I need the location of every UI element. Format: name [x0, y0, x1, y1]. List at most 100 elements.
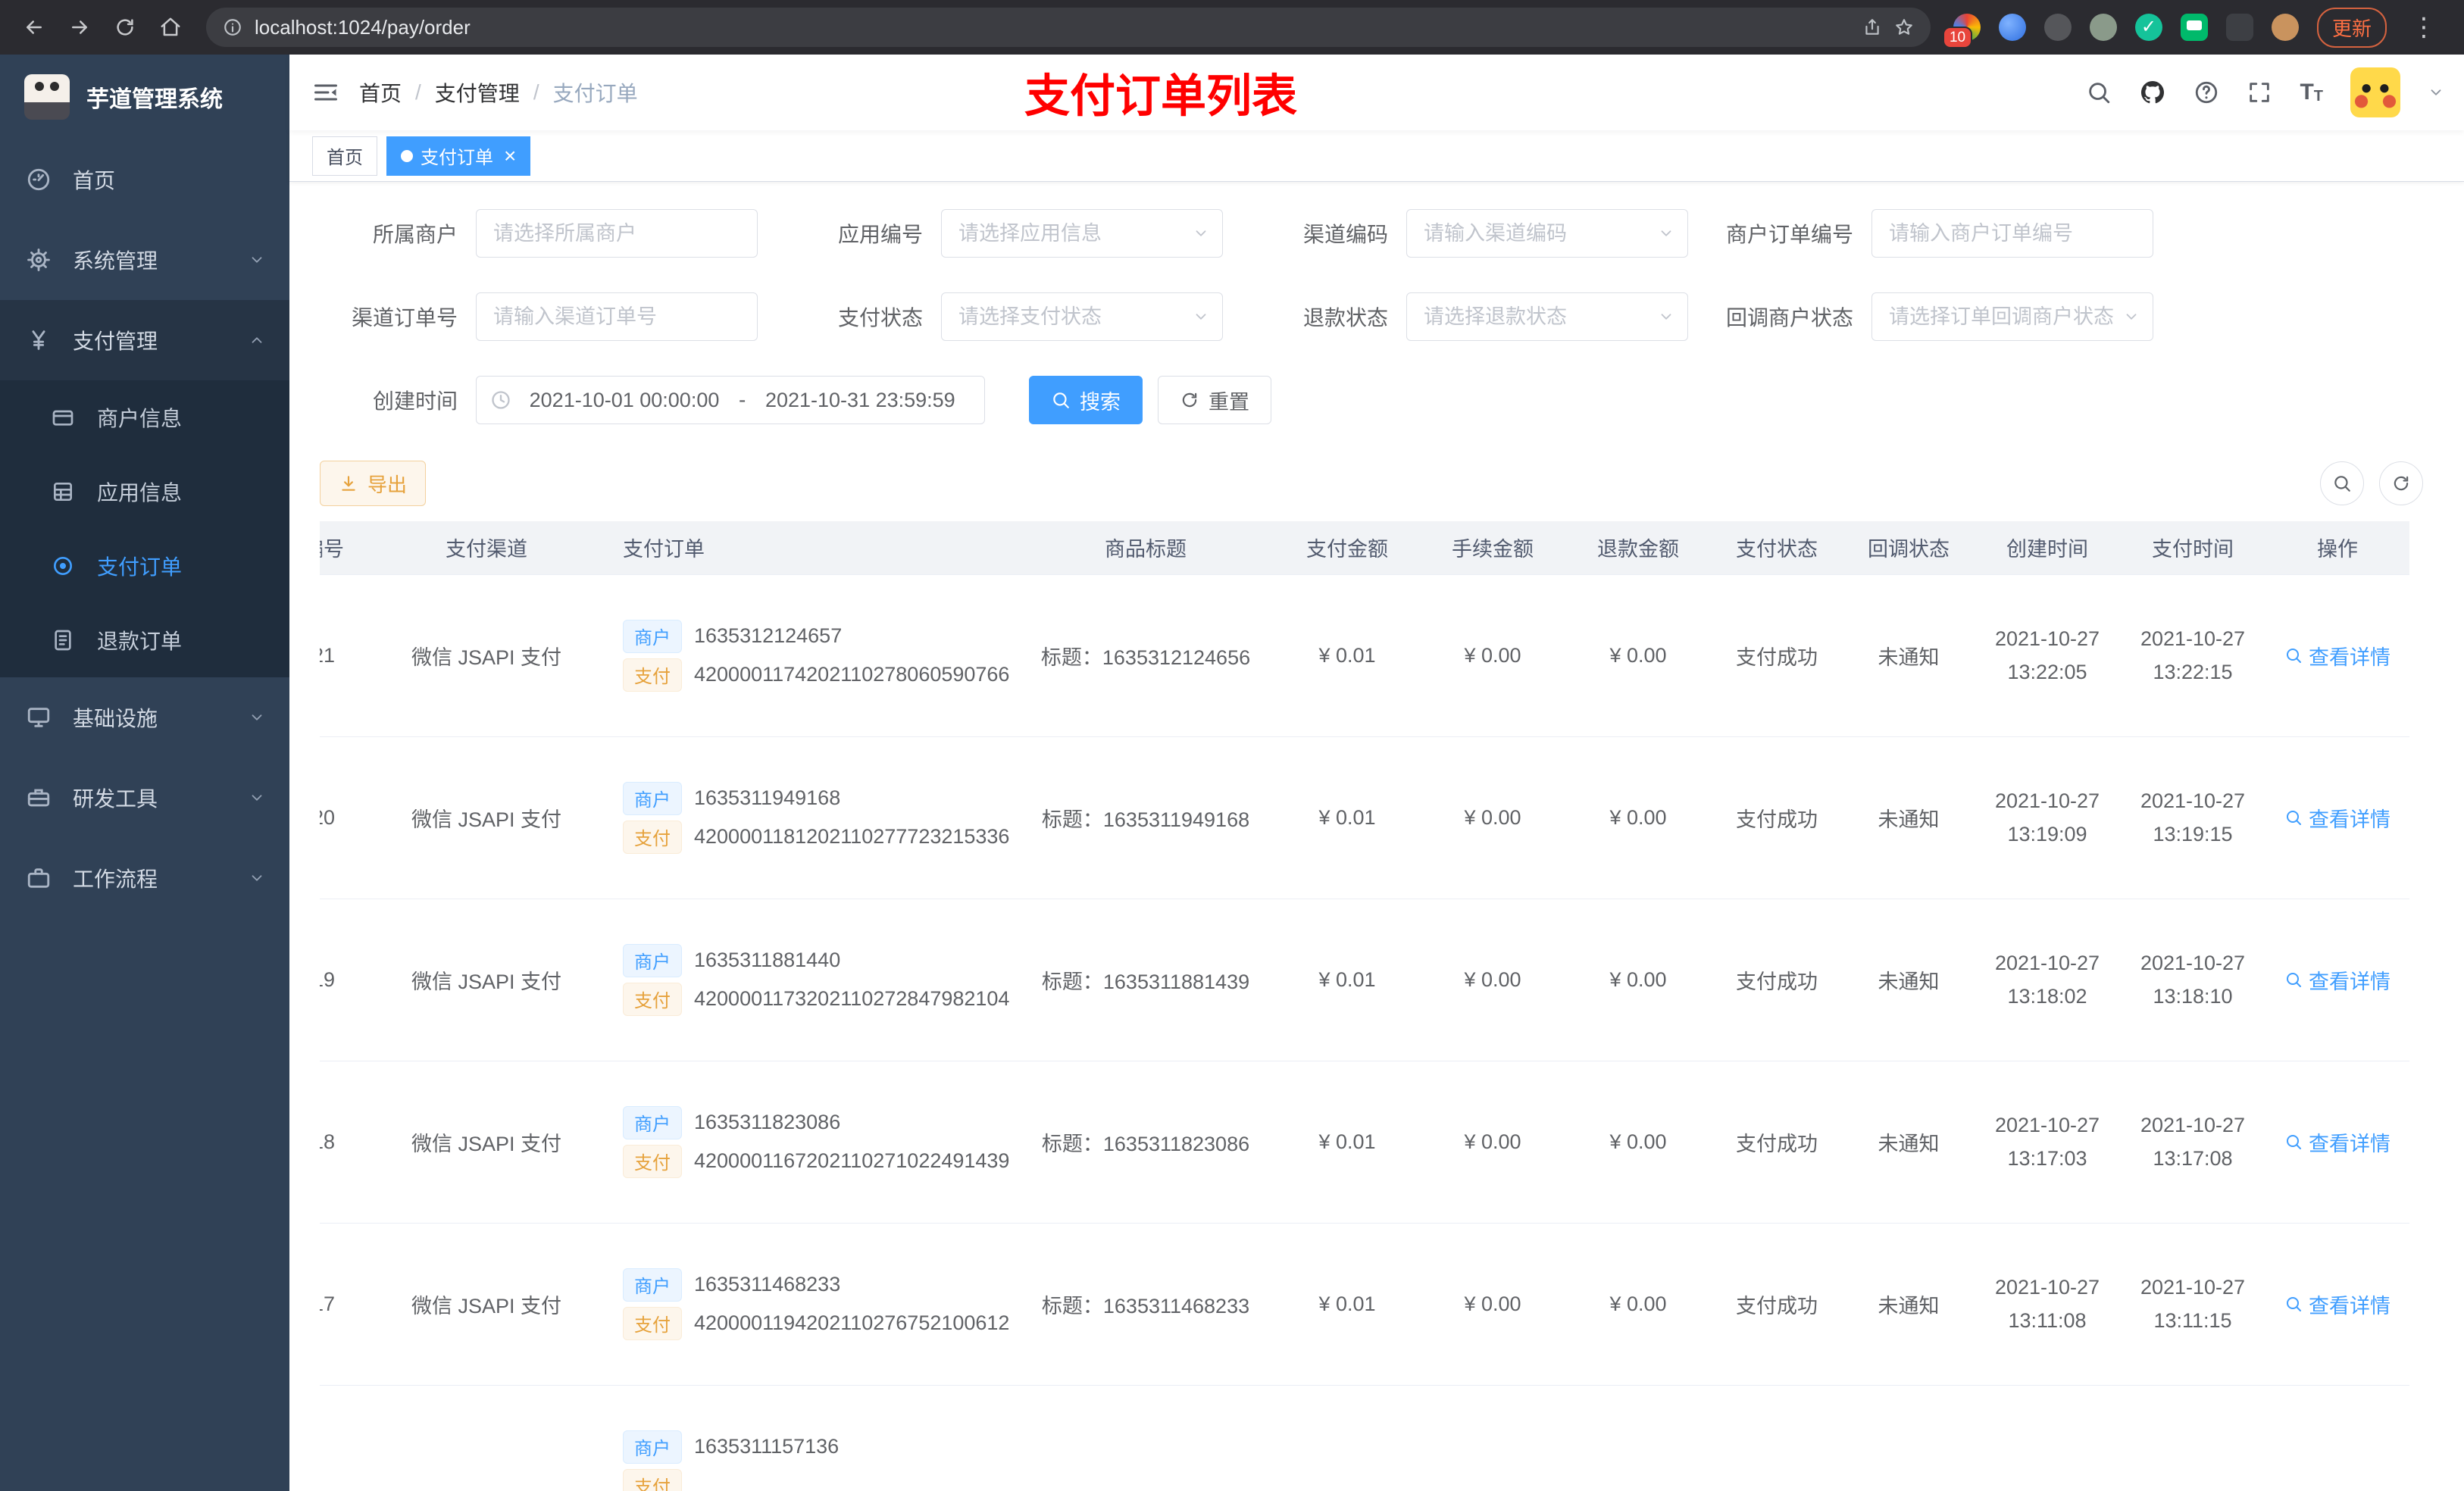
cell-id: 21: [320, 574, 388, 737]
cell-paid: 2021-10-27 13:17:08: [2120, 1061, 2265, 1224]
sidebar-item-label: 研发工具: [73, 787, 158, 811]
view-detail-link[interactable]: 查看详情: [2284, 965, 2391, 995]
merchant-select[interactable]: [476, 209, 758, 258]
filter-merchant-order-no: 商户订单编号: [1715, 209, 2153, 258]
export-button[interactable]: 导出: [320, 461, 427, 506]
col-notify: 回调状态: [1843, 521, 1975, 575]
fullscreen-icon[interactable]: [2247, 80, 2272, 105]
filter-channel-code: 渠道编码: [1250, 209, 1688, 258]
filter-pay-status: 支付状态: [785, 292, 1223, 341]
merchant-order-no-field[interactable]: [1871, 209, 2153, 258]
breadcrumb: 首页 / 支付管理 / 支付订单: [359, 77, 638, 108]
create-time-range-picker[interactable]: -: [476, 376, 985, 424]
view-detail-link[interactable]: 查看详情: [2284, 1289, 2391, 1319]
github-icon[interactable]: [2139, 79, 2166, 106]
sidebar-item-label: 工作流程: [73, 867, 158, 891]
toggle-search-button[interactable]: [2320, 461, 2364, 505]
sidebar-item-system[interactable]: 系统管理: [0, 220, 289, 300]
sidebar-item-app-info[interactable]: 应用信息: [0, 455, 289, 529]
help-icon[interactable]: [2194, 80, 2219, 105]
extension-icon-green-chat[interactable]: [2180, 14, 2208, 41]
extension-icon-dark-circle[interactable]: [2043, 14, 2072, 41]
address-bar[interactable]: localhost:1024/pay/order: [206, 8, 1931, 47]
reset-button[interactable]: 重置: [1158, 376, 1271, 424]
cell-status: 支付成功: [1711, 736, 1843, 899]
sidebar-item-pay-order[interactable]: 支付订单: [0, 529, 289, 603]
app-no-select-input[interactable]: [941, 209, 1223, 258]
user-menu-caret-icon[interactable]: [2428, 84, 2444, 101]
pay-tag: 支付: [623, 1144, 682, 1178]
chevron-down-icon: [249, 789, 265, 806]
bookmark-star-icon[interactable]: [1894, 17, 1914, 37]
cell-id: 19: [320, 899, 388, 1061]
channel-order-no-field[interactable]: [476, 292, 758, 341]
extension-icon-blue-drop[interactable]: [1998, 14, 2026, 41]
merchant-tag: 商户: [623, 1268, 682, 1302]
tab-pay-order[interactable]: 支付订单 ×: [386, 136, 531, 176]
search-button-label: 搜索: [1080, 390, 1121, 414]
pay-status-select[interactable]: [941, 292, 1223, 341]
merchant-order-no-input[interactable]: [1871, 209, 2153, 258]
font-size-icon[interactable]: TT: [2300, 81, 2323, 105]
view-detail-link[interactable]: 查看详情: [2284, 641, 2391, 670]
app-no-select[interactable]: [941, 209, 1223, 258]
extension-icon-pin[interactable]: [2225, 14, 2253, 41]
url-text[interactable]: localhost:1024/pay/order: [255, 16, 1850, 39]
close-icon[interactable]: ×: [504, 145, 516, 167]
search-button[interactable]: 搜索: [1029, 376, 1143, 424]
browser-home-icon[interactable]: [150, 7, 191, 48]
sidebar-item-infrastructure[interactable]: 基础设施: [0, 677, 289, 758]
app-logo[interactable]: 芋道管理系统: [0, 55, 289, 139]
breadcrumb-section[interactable]: 支付管理: [435, 77, 520, 108]
callback-status-select-input[interactable]: [1871, 292, 2153, 341]
browser-back-icon[interactable]: [14, 7, 55, 48]
browser-menu-icon[interactable]: ⋮: [2405, 12, 2443, 42]
merchant-select-input[interactable]: [476, 209, 758, 258]
sidebar-item-payment[interactable]: 支付管理: [0, 300, 289, 380]
site-info-icon[interactable]: [223, 17, 242, 37]
refresh-table-button[interactable]: [2379, 461, 2423, 505]
channel-code-select[interactable]: [1406, 209, 1688, 258]
cell-fee: ¥ 0.00: [1420, 574, 1565, 737]
browser-forward-icon[interactable]: [59, 7, 100, 48]
sidebar-item-label: 支付管理: [73, 330, 158, 353]
orders-table-wrap: 编号 支付渠道 支付订单 商品标题 支付金额 手续金额 退款金额 支付状态 回调…: [320, 521, 2434, 1491]
tab-home[interactable]: 首页: [312, 136, 377, 176]
extension-icon-colorful[interactable]: 10: [1942, 14, 1981, 48]
view-detail-link[interactable]: 查看详情: [2284, 803, 2391, 833]
browser-update-button[interactable]: 更新: [2316, 7, 2387, 48]
extension-icon-avatar-face[interactable]: [2271, 14, 2299, 41]
browser-reload-icon[interactable]: [105, 7, 145, 48]
cell-channel: 微信 JSAPI 支付: [388, 899, 585, 1061]
search-icon: [1051, 390, 1071, 410]
cell-refund: ¥ 0.00: [1565, 736, 1711, 899]
sidebar-item-home[interactable]: 首页: [0, 139, 289, 220]
col-actions: 操作: [2265, 521, 2409, 575]
sidebar-item-dev-tools[interactable]: 研发工具: [0, 758, 289, 838]
sidebar-item-workflow[interactable]: 工作流程: [0, 838, 289, 918]
callback-status-select[interactable]: [1871, 292, 2153, 341]
clock-icon: [490, 389, 511, 411]
pay-status-select-input[interactable]: [941, 292, 1223, 341]
channel-code-input[interactable]: [1406, 209, 1688, 258]
end-date-input[interactable]: [755, 388, 966, 412]
view-detail-link[interactable]: 查看详情: [2284, 1127, 2391, 1157]
table-row: 19 微信 JSAPI 支付 商户 1635311881440 支付 4200001…: [320, 899, 2409, 1061]
hamburger-icon[interactable]: [289, 79, 359, 106]
refund-status-select-input[interactable]: [1406, 292, 1688, 341]
sidebar-item-merchant-info[interactable]: 商户信息: [0, 380, 289, 455]
extension-icon-gray-green[interactable]: [2089, 14, 2117, 41]
breadcrumb-home[interactable]: 首页: [359, 77, 402, 108]
cell-channel: 微信 JSAPI 支付: [388, 574, 585, 737]
sidebar-item-refund-order[interactable]: 退款订单: [0, 603, 289, 677]
channel-order-no-input[interactable]: [476, 292, 758, 341]
start-date-input[interactable]: [519, 388, 730, 412]
grid-icon: [48, 480, 77, 504]
search-icon[interactable]: [2086, 80, 2112, 105]
refund-status-select[interactable]: [1406, 292, 1688, 341]
share-icon[interactable]: [1862, 17, 1882, 37]
extension-icon-green-check[interactable]: ✓: [2134, 14, 2162, 41]
cell-title: 标题：1635312124656: [1017, 574, 1274, 737]
channel-pay-no: 4200001181202110277723215336: [694, 825, 1010, 848]
user-avatar[interactable]: [2350, 67, 2400, 117]
